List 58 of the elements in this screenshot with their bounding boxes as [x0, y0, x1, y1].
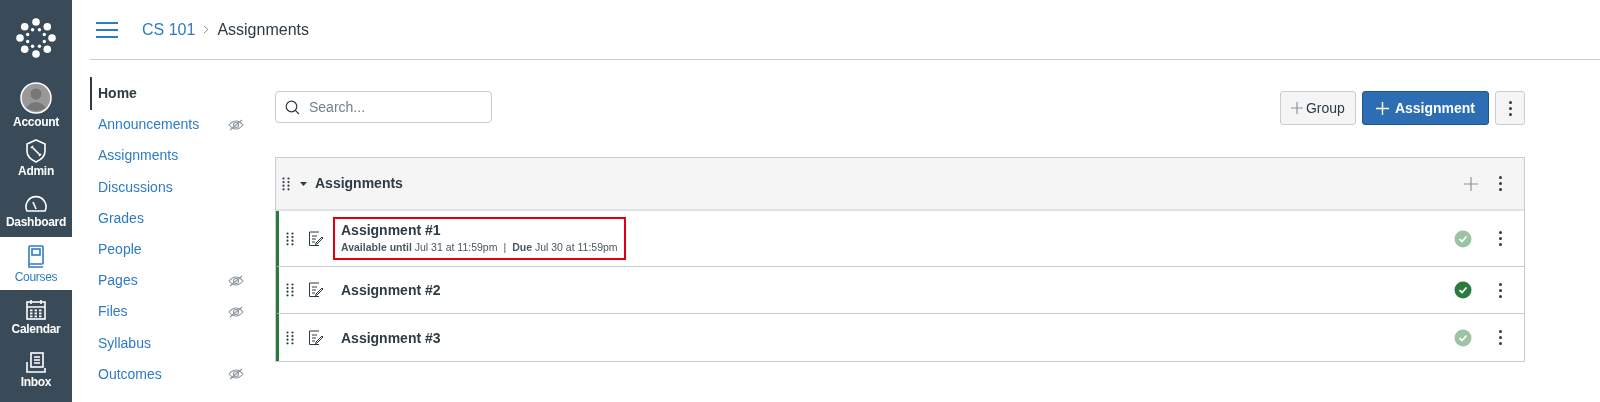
breadcrumb-link[interactable]: CS 101 [142, 17, 196, 42]
avatar-icon [20, 81, 52, 114]
global-nav-item[interactable]: Courses [0, 237, 72, 290]
course-nav-link[interactable]: People [90, 233, 142, 267]
global-nav-item[interactable]: Inbox [0, 343, 72, 396]
course-nav-link[interactable]: Home [90, 77, 137, 111]
hidden-eye-icon [228, 305, 244, 318]
breadcrumb-current: Assignments [217, 19, 309, 40]
published-check-icon[interactable] [1454, 229, 1472, 248]
global-nav-item[interactable]: Calendar [0, 290, 72, 343]
course-nav-link[interactable]: Pages [90, 264, 138, 298]
search-icon [285, 99, 300, 115]
global-nav-item[interactable]: Account [0, 78, 72, 131]
assignment-title[interactable]: Assignment #1 [341, 221, 618, 240]
gauge-icon [24, 193, 48, 214]
inbox-icon [25, 351, 47, 374]
hidden-eye-icon [228, 368, 244, 381]
assignment-title[interactable]: Assignment #2 [341, 281, 441, 299]
course-nav-link[interactable]: Announcements [90, 108, 200, 142]
published-check-icon[interactable] [1454, 281, 1472, 299]
assignment-date: Due Jul 30 at 11:59pm [512, 240, 618, 256]
logo-icon[interactable] [16, 18, 56, 58]
plus-icon [1375, 101, 1389, 115]
course-nav-link[interactable]: Files [90, 295, 128, 329]
assignment-icon [308, 230, 324, 247]
calendar-icon [25, 298, 47, 321]
published-check-icon[interactable] [1454, 328, 1472, 347]
drag-handle-icon[interactable] [286, 283, 294, 297]
add-assignment-button[interactable]: Assignment [1361, 91, 1489, 125]
menu-icon[interactable] [96, 21, 118, 38]
drag-handle-icon[interactable] [282, 176, 290, 191]
group-title: Assignments [315, 174, 403, 193]
add-group-button[interactable]: Group [1279, 91, 1356, 125]
course-nav-link[interactable]: Grades [90, 201, 144, 235]
shield-wrench-icon [25, 138, 47, 163]
book-icon [26, 244, 46, 269]
separator: | [503, 240, 507, 256]
drag-handle-icon[interactable] [286, 330, 294, 345]
assignment-row[interactable]: Assignment #1 Available until Jul 31 at 11:59pm | Due Jul 30 at 11:59pm [276, 211, 1524, 267]
hidden-eye-icon [228, 118, 244, 131]
assignment-row[interactable]: Assignment #3 [276, 314, 1524, 361]
hidden-eye-icon [228, 274, 244, 287]
assignment-icon [308, 329, 324, 346]
course-nav-link[interactable]: Assignments [90, 139, 179, 173]
plus-icon [1290, 102, 1303, 114]
assignment-icon [308, 282, 324, 298]
course-nav-link[interactable]: Discussions [90, 170, 173, 204]
assignment-title[interactable]: Assignment #3 [341, 328, 441, 347]
search-field[interactable]: Search... [275, 91, 492, 123]
global-nav-item[interactable]: Admin [0, 131, 72, 184]
chevron-right-icon [203, 25, 210, 34]
course-nav-link[interactable]: Outcomes [90, 357, 162, 391]
global-nav-item[interactable]: Dashboard [0, 184, 72, 237]
assignment-row[interactable]: Assignment #2 [276, 267, 1524, 314]
course-nav-link[interactable]: Syllabus [90, 326, 151, 360]
drag-handle-icon[interactable] [286, 231, 294, 246]
assignment-date: Available until Jul 31 at 11:59pm [341, 240, 498, 256]
caret-icon[interactable] [300, 180, 307, 187]
